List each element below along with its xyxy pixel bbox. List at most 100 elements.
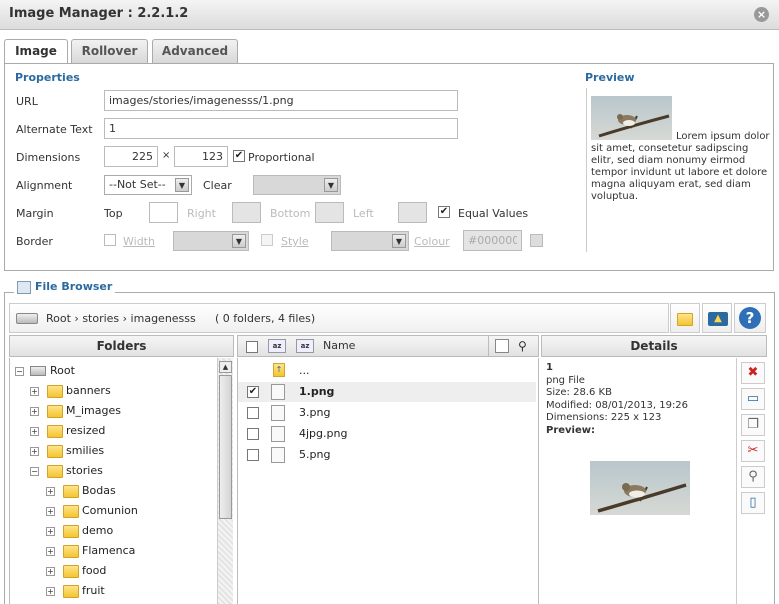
help-button[interactable]: ? [734, 303, 766, 333]
parent-folder-icon: ↑ [273, 363, 285, 377]
dimensions-label: Dimensions [16, 151, 81, 164]
chevron-down-icon: ▼ [392, 234, 406, 248]
expand-icon[interactable]: + [46, 547, 55, 556]
edit-file-icon: ▯ [749, 495, 757, 510]
expand-icon[interactable]: + [46, 527, 55, 536]
file-checkbox[interactable]: ✔ [247, 386, 259, 398]
margin-right-label: Right [187, 207, 216, 220]
scroll-up-icon[interactable]: ▲ [219, 361, 232, 373]
chevron-down-icon: ▼ [324, 178, 338, 192]
preview-heading: Preview [585, 71, 635, 84]
margin-top-label: Top [104, 207, 123, 220]
expand-icon[interactable]: + [46, 487, 55, 496]
border-colour-input[interactable] [463, 230, 522, 251]
expand-icon[interactable]: + [30, 407, 39, 416]
list-item-selected[interactable]: ✔ 1.png [238, 382, 536, 402]
view-button[interactable]: ⚲ [741, 466, 765, 488]
edit-button[interactable]: ▯ [741, 492, 765, 514]
sort-az-icon[interactable]: az [268, 339, 286, 353]
margin-top-input[interactable] [149, 202, 178, 223]
tree-item-label: Comunion [82, 504, 138, 517]
details-panel: 1 png File Size: 28.6 KB Modified: 08/01… [541, 358, 737, 604]
margin-right-input[interactable] [232, 202, 261, 223]
list-item[interactable]: 3.png [238, 403, 536, 423]
file-checkbox[interactable] [247, 449, 259, 461]
delete-icon: ✖ [747, 365, 759, 380]
alignment-select[interactable]: --Not Set-- ▼ [104, 175, 192, 195]
name-header[interactable]: Name [323, 336, 355, 356]
tree-item-label: resized [66, 424, 106, 437]
width-input[interactable] [104, 146, 158, 167]
scrollbar-thumb[interactable] [219, 375, 232, 519]
copy-button[interactable]: ❐ [741, 414, 765, 436]
preview-divider [586, 88, 587, 252]
folder-icon [47, 405, 63, 418]
margin-left-input[interactable] [398, 202, 427, 223]
border-style-label: Style [281, 235, 309, 248]
list-item[interactable]: 5.png [238, 445, 536, 465]
expand-icon[interactable]: + [46, 507, 55, 516]
border-checkbox[interactable] [104, 234, 116, 246]
colour-picker-icon[interactable] [530, 234, 543, 247]
border-width-select[interactable]: ▼ [173, 231, 249, 251]
view-toggle-icon[interactable] [495, 339, 509, 353]
copy-icon: ❐ [747, 417, 759, 432]
image-file-icon [271, 405, 285, 421]
list-item[interactable]: 4jpg.png [238, 424, 536, 444]
collapse-icon[interactable]: − [15, 367, 24, 376]
alignment-label: Alignment [16, 179, 73, 192]
alt-text-label: Alternate Text [16, 123, 93, 136]
properties-heading: Properties [15, 71, 80, 84]
folder-icon [63, 485, 79, 498]
border-style-select[interactable]: ▼ [331, 231, 409, 251]
tab-rollover[interactable]: Rollover [71, 39, 148, 63]
list-item-name: 1.png [299, 385, 335, 398]
height-input[interactable] [174, 146, 228, 167]
tree-item-label: food [82, 564, 107, 577]
insert-button[interactable]: ▭ [741, 388, 765, 410]
proportional-checkbox[interactable]: ✔ [233, 150, 245, 162]
new-folder-button[interactable] [670, 303, 700, 333]
breadcrumb: Root › stories › imagenesss ( 0 folders,… [9, 303, 669, 333]
magnifier-icon: ⚲ [748, 469, 758, 484]
select-all-checkbox[interactable] [246, 341, 258, 353]
list-item-parent[interactable]: ↑ ... [238, 361, 536, 381]
details-header: Details [541, 335, 767, 357]
sort-za-icon[interactable]: az [296, 339, 314, 353]
insert-icon: ▭ [746, 391, 760, 406]
tree-item-label: smilies [66, 444, 105, 457]
close-icon[interactable]: × [754, 7, 769, 22]
margin-bottom-input[interactable] [315, 202, 344, 223]
collapse-icon[interactable]: − [30, 467, 39, 476]
delete-button[interactable]: ✖ [741, 362, 765, 384]
drive-icon [16, 313, 38, 324]
equal-values-checkbox[interactable]: ✔ [438, 206, 450, 218]
alt-text-input[interactable] [104, 118, 458, 139]
breadcrumb-path[interactable]: Root › stories › imagenesss [46, 312, 196, 325]
equal-values-label: Equal Values [458, 207, 529, 220]
expand-icon[interactable]: + [46, 567, 55, 576]
cut-button[interactable]: ✂ [741, 440, 765, 462]
new-folder-icon [677, 313, 693, 326]
expand-icon[interactable]: + [30, 427, 39, 436]
upload-button[interactable]: ▲ [702, 303, 732, 333]
expand-icon[interactable]: + [30, 447, 39, 456]
file-checkbox[interactable] [247, 428, 259, 440]
tab-advanced[interactable]: Advanced [152, 39, 238, 63]
clear-select[interactable]: ▼ [253, 175, 341, 195]
expand-icon[interactable]: + [30, 387, 39, 396]
tree-scrollbar[interactable]: ▲ [217, 358, 233, 604]
binoculars-icon[interactable]: ⚲ [518, 339, 534, 353]
help-icon: ? [739, 307, 761, 329]
preview-area: Lorem ipsum dolor sit amet, consetetur s… [591, 95, 771, 225]
file-checkbox[interactable] [247, 407, 259, 419]
border-label: Border [16, 235, 53, 248]
file-list-header: az az Name ⚲ [237, 335, 539, 357]
details-preview-label: Preview: [546, 424, 596, 436]
url-input[interactable] [104, 90, 458, 111]
margin-left-label: Left [353, 207, 374, 220]
scissors-icon: ✂ [747, 443, 759, 458]
expand-icon[interactable]: + [46, 587, 55, 596]
tab-image[interactable]: Image [4, 39, 68, 64]
folder-icon [47, 425, 63, 438]
